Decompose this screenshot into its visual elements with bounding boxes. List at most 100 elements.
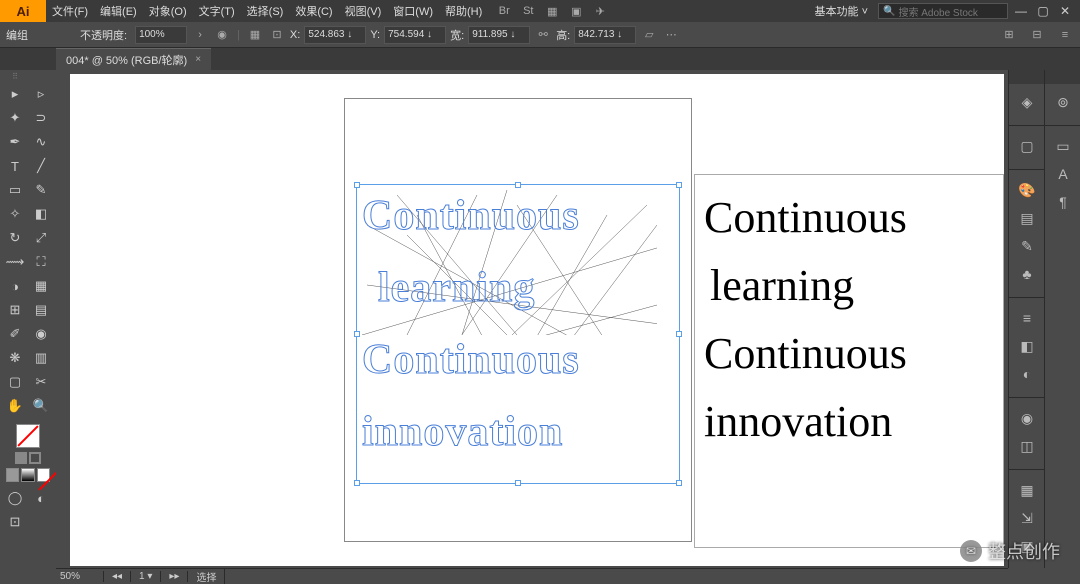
stroke-panel-icon[interactable]: ≡ [1009,304,1045,332]
link-wh-icon[interactable]: ⚯ [534,26,552,44]
send-icon[interactable]: ✈ [592,3,608,19]
nav-prev-icon[interactable]: ◂◂ [104,571,131,582]
transform-icon[interactable]: ⊡ [268,26,286,44]
gpu-icon[interactable]: ▣ [568,3,584,19]
arrange-icon[interactable]: ▦ [544,3,560,19]
hand-tool[interactable]: ✋ [2,394,28,418]
handle-sw[interactable] [354,480,360,486]
gradient-mode[interactable] [21,468,34,482]
x-input[interactable]: 524.863 ↓ [304,26,366,44]
slice-tool[interactable]: ✂ [28,370,54,394]
document-tab[interactable]: 004* @ 50% (RGB/轮廓) × [56,48,211,70]
color-mode[interactable] [6,468,19,482]
outline-text-1[interactable]: Continuous [362,192,580,240]
bridge-icon[interactable]: Br [496,3,512,19]
w-input[interactable]: 911.895 ↓ [468,26,530,44]
close-icon[interactable]: ✕ [1056,4,1074,18]
panel-menu-icon[interactable]: ≡ [1056,26,1074,44]
shaper-tool[interactable]: ✧ [2,202,28,226]
char-icon[interactable]: A [1045,160,1080,188]
perspective-tool[interactable]: ▦ [28,274,54,298]
workspace-selector[interactable]: 基本功能 ˅ [809,1,874,21]
handle-ne[interactable] [676,182,682,188]
fill-stroke-swatch[interactable] [2,418,54,486]
handle-se[interactable] [676,480,682,486]
eyedropper-tool[interactable]: ✐ [2,322,28,346]
selection-tool[interactable]: ▸ [2,82,28,106]
layers2-icon[interactable]: ▦ [1009,476,1045,504]
zoom-level[interactable]: 50% [56,571,104,582]
zoom-tool[interactable]: 🔍 [28,394,54,418]
draw-behind-icon[interactable]: ◐ [28,486,54,510]
tab-close-icon[interactable]: × [195,54,201,65]
screen-mode-icon[interactable]: ⊡ [2,510,28,534]
menu-effect[interactable]: 效果(C) [289,3,338,19]
properties-icon[interactable]: ▭ [1045,132,1080,160]
outline-text-2[interactable]: learning [378,264,535,312]
menu-edit[interactable]: 编辑(E) [94,3,143,19]
line-tool[interactable]: ╱ [28,154,54,178]
align-icon[interactable]: ⊞ [1000,26,1018,44]
mesh-tool[interactable]: ⊞ [2,298,28,322]
opacity-input[interactable]: 100% [135,26,187,44]
handle-s[interactable] [515,480,521,486]
none-mode[interactable] [37,468,50,482]
menu-view[interactable]: 视图(V) [339,3,388,19]
shape-builder-tool[interactable]: ◑ [2,274,28,298]
handle-e[interactable] [676,331,682,337]
asset-export-icon[interactable]: ⇲ [1009,504,1045,532]
style-icon[interactable]: ◉ [213,26,231,44]
outline-text-3[interactable]: Continuous [362,336,580,384]
cc-libraries-icon[interactable]: ⊚ [1045,88,1080,116]
menu-help[interactable]: 帮助(H) [439,3,488,19]
eraser-tool[interactable]: ◧ [28,202,54,226]
default-fill-icon[interactable] [29,452,41,464]
width-tool[interactable]: ⟿ [2,250,28,274]
h-input[interactable]: 842.713 ↓ [574,26,636,44]
outline-text-4[interactable]: innovation [362,408,563,456]
search-input[interactable]: 🔍 搜索 Adobe Stock [878,3,1008,19]
swap-fill-icon[interactable] [15,452,27,464]
draw-normal-icon[interactable]: ◯ [2,486,28,510]
more-icon[interactable]: ⋯ [662,26,680,44]
graphic-styles-icon[interactable]: ◫ [1009,432,1045,460]
symbols-icon[interactable]: ♣ [1009,260,1045,288]
color-panel-icon[interactable]: 🎨 [1009,176,1045,204]
panel-grip-icon[interactable]: ⠿ [2,70,28,82]
brushes-icon[interactable]: ✎ [1009,232,1045,260]
paintbrush-tool[interactable]: ✎ [28,178,54,202]
text-line-2[interactable]: learning [710,252,854,320]
free-transform-tool[interactable]: ⛶ [28,250,54,274]
gradient-tool[interactable]: ▤ [28,298,54,322]
curvature-tool[interactable]: ∿ [28,130,54,154]
menu-select[interactable]: 选择(S) [241,3,290,19]
menu-type[interactable]: 文字(T) [193,3,241,19]
magic-wand-tool[interactable]: ✦ [2,106,28,130]
blend-tool[interactable]: ◉ [28,322,54,346]
shape-icon[interactable]: ▱ [640,26,658,44]
pen-tool[interactable]: ✒ [2,130,28,154]
appearance-icon[interactable]: ◉ [1009,404,1045,432]
nav-next-icon[interactable]: ▸▸ [161,571,188,582]
lasso-tool[interactable]: ⊃ [28,106,54,130]
opacity-chevron-icon[interactable]: › [191,26,209,44]
type-tool[interactable]: T [2,154,28,178]
rectangle-tool[interactable]: ▭ [2,178,28,202]
artboard-tool[interactable]: ▢ [2,370,28,394]
transform-panel-icon[interactable]: ⊟ [1028,26,1046,44]
swatches-icon[interactable]: ▤ [1009,204,1045,232]
nav-artboard[interactable]: 1 ▾ [131,571,161,582]
rotate-tool[interactable]: ↻ [2,226,28,250]
graph-tool[interactable]: ▥ [28,346,54,370]
para-icon[interactable]: ¶ [1045,188,1080,216]
menu-file[interactable]: 文件(F) [46,3,94,19]
minimize-icon[interactable]: — [1012,4,1030,18]
layers-icon[interactable]: ◈ [1009,88,1045,116]
text-line-3[interactable]: Continuous [704,320,907,388]
menu-object[interactable]: 对象(O) [143,3,193,19]
direct-selection-tool[interactable]: ▹ [28,82,54,106]
libraries-icon[interactable]: ▢ [1009,132,1045,160]
text-line-4[interactable]: innovation [704,388,892,456]
canvas[interactable]: Continuous learning Continuous innovatio… [70,74,1004,566]
stock-icon[interactable]: St [520,3,536,19]
